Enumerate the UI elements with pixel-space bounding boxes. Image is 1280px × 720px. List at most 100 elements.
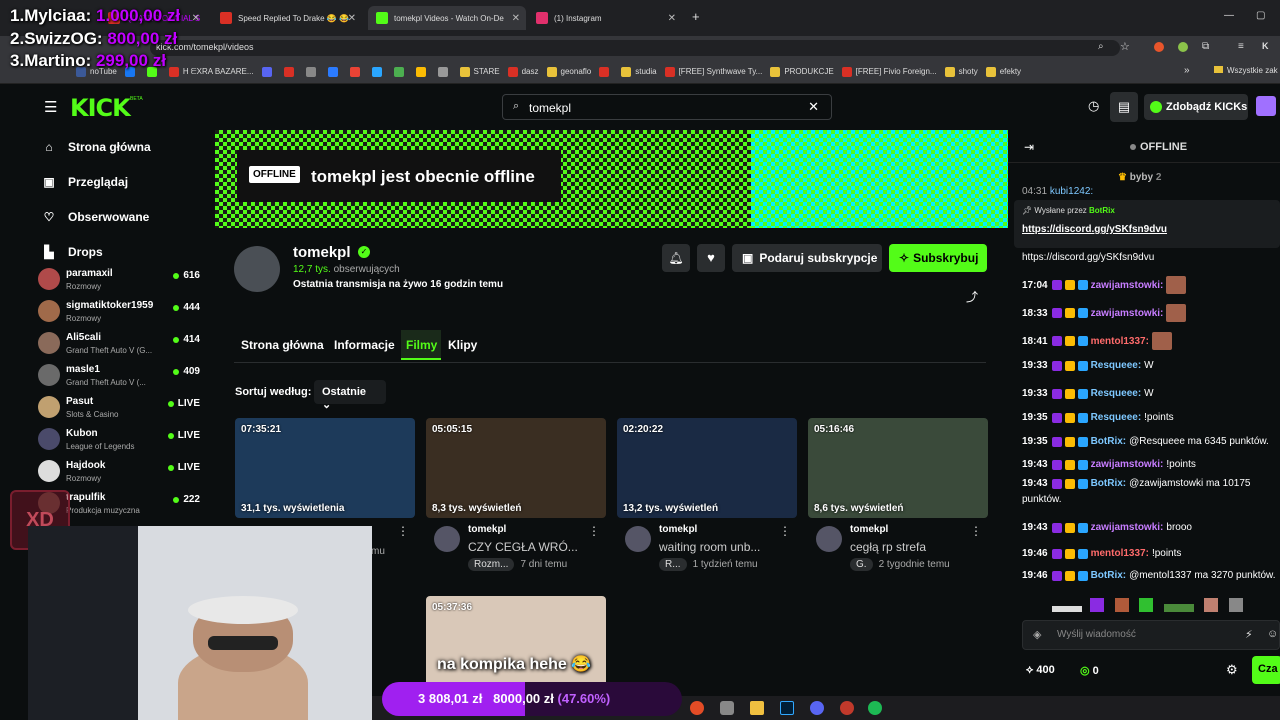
bookmark[interactable] <box>599 66 613 77</box>
chat-username[interactable]: mentol1337: <box>1091 336 1149 347</box>
bookmark[interactable] <box>437 66 452 77</box>
chat-username[interactable]: Resqueee: <box>1091 388 1142 399</box>
chat-username[interactable]: Resqueee: <box>1091 360 1142 371</box>
clear-search-icon[interactable]: ✕ <box>808 99 819 115</box>
video-card[interactable]: 05:05:15 8,3 tys. wyświetleń tomekpl CZY CE… <box>426 418 606 571</box>
browser-tab[interactable]: Speed Replied To Drake 😂 😂 ✕ <box>212 6 362 30</box>
file-explorer-icon[interactable] <box>750 701 764 715</box>
obs-icon[interactable] <box>840 701 854 715</box>
tab-clips[interactable]: Klipy <box>448 338 477 352</box>
taskbar-app-icon[interactable] <box>720 701 734 715</box>
bookmark[interactable]: dasz <box>507 66 539 77</box>
chrome-icon[interactable] <box>690 701 704 715</box>
all-bookmarks-folder[interactable]: Wszystkie zak <box>1214 66 1278 75</box>
url-field[interactable] <box>150 40 1120 56</box>
video-channel[interactable]: tomekpl <box>659 524 697 535</box>
video-card[interactable]: 02:20:22 13,2 tys. wyświetleń tomekpl waiti… <box>617 418 797 571</box>
close-icon[interactable]: ✕ <box>512 13 520 24</box>
sidebar-channel[interactable]: Hajdook Rozmowy LIVE <box>38 458 210 488</box>
chat-username[interactable]: zawijamstowki: <box>1091 459 1164 470</box>
more-options-icon[interactable]: ⋮ <box>397 524 409 538</box>
video-card[interactable]: 05:37:36 <box>426 596 606 696</box>
sort-dropdown[interactable]: Ostatnie ⌄ <box>314 380 386 411</box>
bookmark[interactable] <box>393 66 408 77</box>
chat-username[interactable]: zawijamstowki: <box>1091 522 1164 533</box>
pinned-user-pill[interactable]: ♛ byby 2 <box>1118 172 1161 183</box>
minimize-icon[interactable]: — <box>1224 10 1234 21</box>
menu-icon[interactable]: ☰ <box>44 98 57 116</box>
close-icon[interactable]: ✕ <box>192 13 200 24</box>
follow-button[interactable]: ♥ <box>697 244 725 272</box>
chat-username[interactable]: Resqueee: <box>1091 412 1142 423</box>
spotify-icon[interactable] <box>868 701 882 715</box>
bookmark[interactable]: H ᗴXRA BAZARE... <box>168 66 254 77</box>
browser-tab[interactable]: (1) Instagram ✕ <box>528 6 682 30</box>
tab-home[interactable]: Strona główna <box>241 338 324 352</box>
user-avatar[interactable] <box>1256 96 1276 116</box>
chat-username[interactable]: zawijamstowki: <box>1091 280 1164 291</box>
nav-browse[interactable]: ▣ Przeglądaj <box>42 175 128 189</box>
browser-tab-active[interactable]: tomekpl Videos - Watch On-De ✕ <box>368 6 526 30</box>
avatar[interactable] <box>434 526 460 552</box>
video-channel[interactable]: tomekpl <box>468 524 506 535</box>
more-options-icon[interactable]: ⋮ <box>588 524 600 538</box>
bookmark[interactable]: geonaflo <box>546 66 591 77</box>
bookmark[interactable] <box>415 66 430 77</box>
avatar[interactable] <box>625 526 651 552</box>
notification-bell-button[interactable]: 🔔︎ <box>662 244 690 272</box>
channel-avatar[interactable] <box>234 246 280 292</box>
sidebar-channel[interactable]: masle1 Grand Theft Auto V (... 409 <box>38 362 210 392</box>
bookmark[interactable]: [FREE] Synthwave Ty... <box>664 66 762 77</box>
kick-logo[interactable]: KICK <box>70 94 131 122</box>
bookmark[interactable] <box>283 66 298 77</box>
subscribe-button[interactable]: ✧ Subskrybuj <box>889 244 987 272</box>
bookmark[interactable] <box>305 66 320 77</box>
chat-username[interactable]: BotRix: <box>1091 570 1127 581</box>
chat-username[interactable]: mentol1337: <box>1091 548 1149 559</box>
video-thumbnail[interactable]: 05:16:46 8,6 tys. wyświetleń <box>808 418 988 518</box>
star-icon[interactable]: ☆ <box>1120 40 1130 53</box>
extension-icon[interactable] <box>1154 42 1164 52</box>
video-thumbnail[interactable]: 05:05:15 8,3 tys. wyświetleń <box>426 418 606 518</box>
video-category[interactable]: Rozm... <box>468 558 515 571</box>
more-bookmarks-button[interactable]: » <box>1184 65 1190 76</box>
extension-icon[interactable] <box>1178 42 1188 52</box>
sidebar-channel[interactable]: Kubon League of Legends LIVE <box>38 426 210 456</box>
emote-picker-icon[interactable]: ⚡︎ <box>1245 628 1253 641</box>
bookmark[interactable]: efekty <box>985 66 1021 77</box>
video-card[interactable]: 05:16:46 8,6 tys. wyświetleń tomekpl cegłą … <box>808 418 988 571</box>
nav-following[interactable]: ♡ Obserwowane <box>42 210 150 224</box>
video-thumbnail[interactable]: 07:35:21 31,1 tys. wyświetlenia <box>235 418 415 518</box>
more-options-icon[interactable]: ⋮ <box>970 524 982 538</box>
sidebar-channel[interactable]: Pasut Slots & Casino LIVE <box>38 394 210 424</box>
get-kicks-button[interactable]: Zdobądź KICKs <box>1144 94 1248 120</box>
sidebar-channel[interactable]: paramaxil Rozmowy 616 <box>38 266 210 296</box>
drops-header-icon[interactable]: ◷ <box>1088 98 1099 114</box>
bookmark[interactable]: STARE <box>459 66 500 77</box>
chat-input[interactable]: ◈ Wyślij wiadomość ⚡︎ ☺ <box>1022 620 1280 650</box>
video-category[interactable]: G. <box>850 558 873 571</box>
video-thumbnail[interactable]: 05:37:36 <box>426 596 606 696</box>
bookmark[interactable]: PRODUKCJE <box>770 66 834 77</box>
chat-username[interactable]: BotRix: <box>1091 478 1127 489</box>
collapse-chat-icon[interactable]: ⇥ <box>1024 140 1034 154</box>
video-thumbnail[interactable]: 02:20:22 13,2 tys. wyświetleń <box>617 418 797 518</box>
chat-username[interactable]: zawijamstowki: <box>1091 308 1164 319</box>
channel-points[interactable]: ⟡ 400 <box>1026 664 1055 677</box>
close-icon[interactable]: ✕ <box>348 13 356 24</box>
nav-drops[interactable]: ▙ Drops <box>42 245 102 259</box>
more-options-icon[interactable]: ⋮ <box>779 524 791 538</box>
bookmark[interactable] <box>261 66 276 77</box>
gift-sub-button[interactable]: ▣ Podaruj subskrypcje <box>732 244 882 272</box>
send-chat-button[interactable]: Cza <box>1252 656 1280 684</box>
chat-settings-icon[interactable]: ⚙ <box>1226 662 1238 678</box>
bookmark[interactable]: studia <box>621 66 657 77</box>
emoji-icon[interactable]: ☺ <box>1267 628 1278 640</box>
kicks-balance[interactable]: ◎ 0 <box>1080 664 1099 677</box>
maximize-icon[interactable]: ▢ <box>1256 10 1265 21</box>
video-title[interactable]: waiting room unb... <box>659 540 760 554</box>
video-channel[interactable]: tomekpl <box>850 524 888 535</box>
search-input[interactable]: ⌕ tomekpl ✕ <box>502 94 832 120</box>
bookmark[interactable] <box>349 66 364 77</box>
avatar[interactable] <box>816 526 842 552</box>
